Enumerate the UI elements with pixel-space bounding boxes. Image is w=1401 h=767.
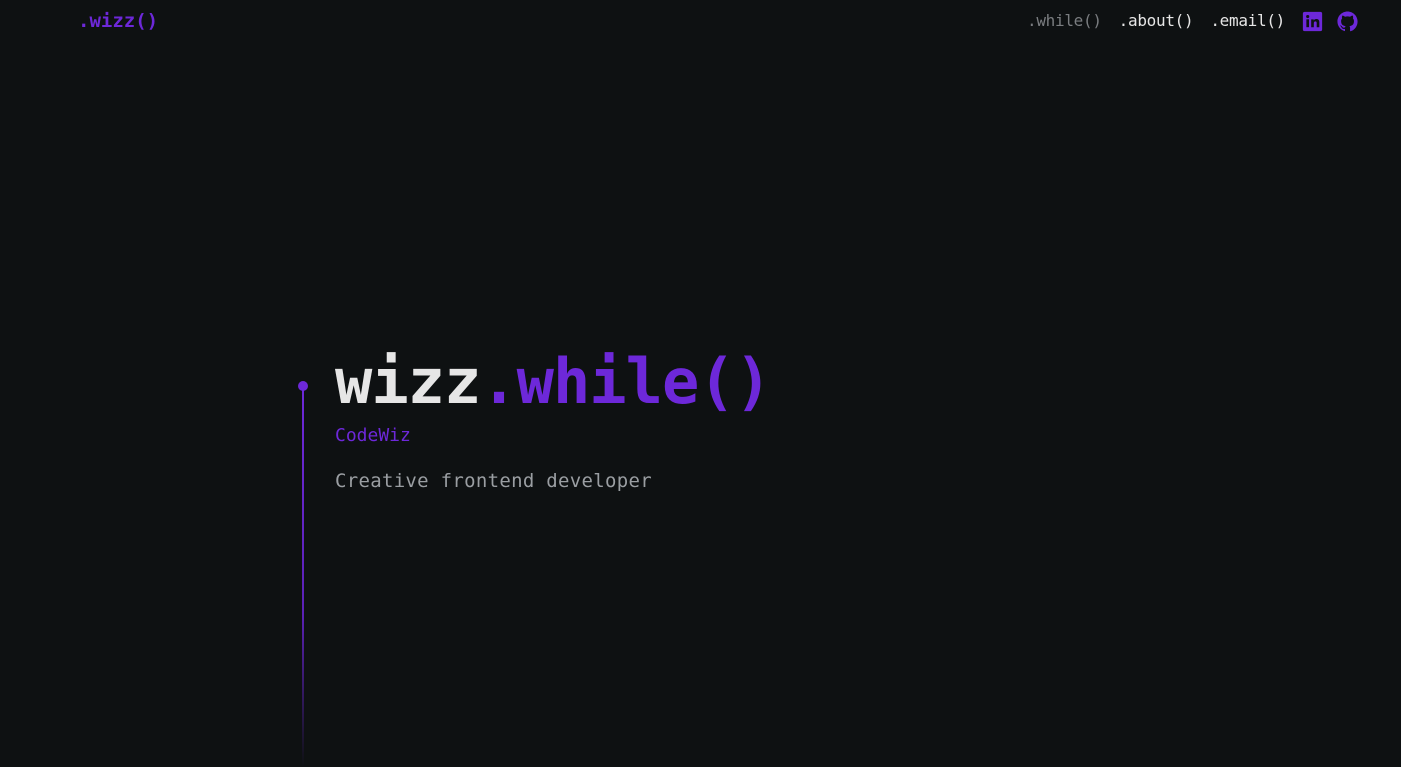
nav-link-email[interactable]: .email() [1210, 8, 1285, 34]
hero-subtitle: CodeWiz [335, 425, 411, 446]
logo-link[interactable]: .wizz() [78, 8, 158, 34]
timeline-line [302, 386, 304, 767]
hero-title-method: .while() [480, 345, 772, 418]
nav-link-about[interactable]: .about() [1119, 8, 1194, 34]
hero-description: Creative frontend developer [335, 470, 652, 492]
top-nav: .while() .about() .email() [1027, 8, 1358, 34]
page: .wizz() .while() .about() .email() wizz.… [0, 0, 1401, 767]
hero-title-name: wizz [335, 345, 481, 418]
hero-title: wizz.while() [335, 343, 772, 421]
github-icon[interactable] [1337, 10, 1358, 32]
timeline-dot [298, 381, 308, 391]
linkedin-icon[interactable] [1302, 11, 1323, 32]
nav-link-while[interactable]: .while() [1027, 8, 1102, 34]
